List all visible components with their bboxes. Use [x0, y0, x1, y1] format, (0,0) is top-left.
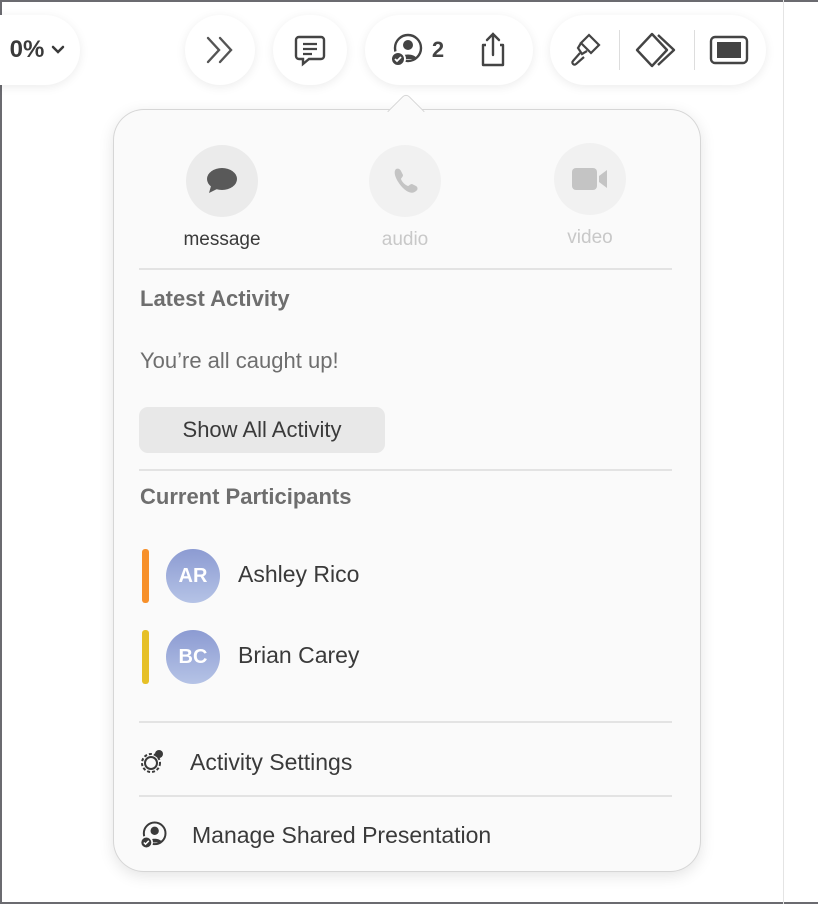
activity-settings-label: Activity Settings — [190, 749, 352, 776]
activity-settings-item[interactable]: Activity Settings — [138, 748, 352, 776]
divider — [139, 469, 672, 471]
divider — [619, 30, 620, 70]
format-pill — [550, 15, 766, 85]
latest-activity-heading: Latest Activity — [140, 286, 290, 312]
more-button[interactable] — [185, 15, 255, 85]
show-all-activity-button[interactable]: Show All Activity — [139, 407, 385, 453]
participant-color-bar — [142, 549, 149, 603]
audio-button[interactable]: audio — [350, 145, 460, 251]
audio-label: audio — [350, 229, 460, 251]
message-button[interactable]: message — [167, 145, 277, 251]
double-chevron-right-icon — [203, 34, 237, 66]
video-button[interactable]: video — [535, 143, 645, 249]
participant-name: Brian Carey — [238, 642, 359, 669]
zoom-menu[interactable]: 0% — [0, 15, 80, 85]
share-icon[interactable] — [476, 31, 510, 69]
current-participants-heading: Current Participants — [140, 484, 352, 510]
divider — [139, 795, 672, 797]
participant-row[interactable]: BC Brian Carey — [140, 627, 540, 687]
divider — [139, 268, 672, 270]
divider — [139, 721, 672, 723]
participant-name: Ashley Rico — [238, 561, 359, 588]
activity-status: You’re all caught up! — [140, 348, 339, 374]
canvas-edge — [783, 0, 784, 904]
manage-shared-presentation-label: Manage Shared Presentation — [192, 822, 491, 849]
format-brush-icon[interactable] — [567, 31, 605, 69]
message-icon — [205, 166, 239, 196]
avatar: BC — [166, 630, 220, 684]
collaborator-count: 2 — [432, 37, 444, 63]
manage-shared-presentation-item[interactable]: Manage Shared Presentation — [138, 820, 491, 850]
avatar: AR — [166, 549, 220, 603]
zoom-value: 0% — [10, 36, 45, 64]
collaboration-icon — [388, 32, 424, 68]
phone-icon — [390, 166, 420, 196]
animate-icon[interactable] — [634, 31, 680, 69]
video-label: video — [535, 227, 645, 249]
document-inspector-icon[interactable] — [709, 34, 749, 66]
participant-color-bar — [142, 630, 149, 684]
video-camera-icon — [571, 166, 609, 192]
participant-row[interactable]: AR Ashley Rico — [140, 546, 540, 606]
divider — [694, 30, 695, 70]
comment-icon — [292, 32, 328, 68]
activity-settings-icon — [138, 748, 166, 776]
collaborate-button[interactable]: 2 — [388, 32, 444, 68]
collaboration-icon — [138, 820, 168, 850]
chevron-down-icon — [50, 44, 66, 56]
popover-arrow — [386, 92, 426, 112]
comment-button[interactable] — [273, 15, 347, 85]
message-label: message — [167, 229, 277, 251]
collaboration-pill: 2 — [365, 15, 533, 85]
